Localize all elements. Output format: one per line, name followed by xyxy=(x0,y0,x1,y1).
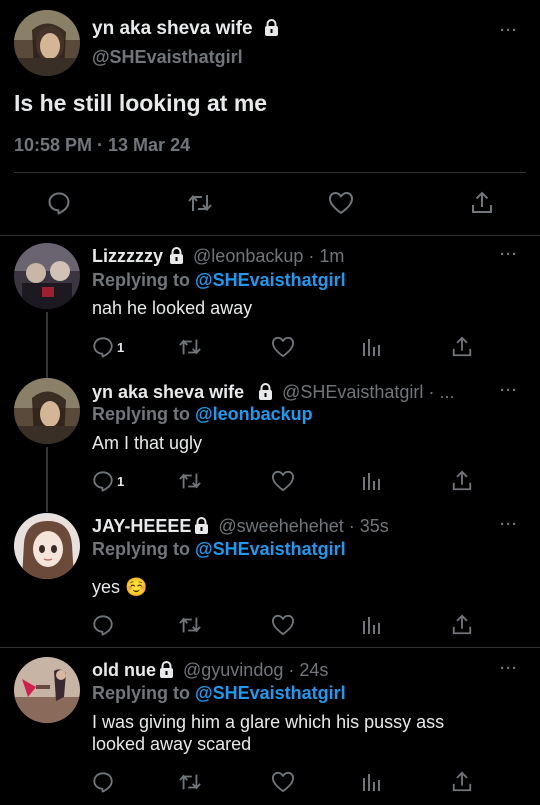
replying-to-handle[interactable]: @SHEvaisthatgirl xyxy=(195,683,346,703)
author-line[interactable]: old nue @gyuvindog · 24s xyxy=(92,660,328,681)
more-icon[interactable]: ··· xyxy=(500,516,518,533)
tweet-text: I was giving him a glare which his pussy… xyxy=(92,712,445,754)
replying-prefix: Replying to xyxy=(92,404,190,424)
author-handle: @leonbackup xyxy=(193,246,304,266)
reply-icon[interactable] xyxy=(92,614,114,636)
reply-icon[interactable] xyxy=(92,336,114,358)
replying-to-handle[interactable]: @SHEvaisthatgirl xyxy=(195,539,346,559)
retweet-icon[interactable] xyxy=(178,336,202,358)
thread-line xyxy=(46,312,48,378)
avatar[interactable] xyxy=(14,10,80,76)
author-line[interactable]: Lizzzzzy @leonbackup · 1m xyxy=(92,246,344,267)
like-icon[interactable] xyxy=(271,771,295,793)
reply-icon[interactable] xyxy=(92,771,114,793)
display-name: JAY-HEEEE xyxy=(92,516,192,536)
display-name: old nue xyxy=(92,660,156,680)
retweet-icon[interactable] xyxy=(187,191,213,215)
share-icon[interactable] xyxy=(451,613,473,637)
replying-prefix: Replying to xyxy=(92,683,190,703)
like-icon[interactable] xyxy=(271,614,295,636)
tweet-timestamp[interactable]: 10:58 PM · 13 Mar 24 xyxy=(14,135,190,156)
tweet-text: Am I that ugly xyxy=(92,433,203,453)
avatar[interactable] xyxy=(14,243,80,309)
lock-icon xyxy=(195,517,209,534)
avatar[interactable] xyxy=(14,378,80,444)
tweet-text: nah he looked away xyxy=(92,298,253,318)
share-icon[interactable] xyxy=(451,469,473,493)
share-icon[interactable] xyxy=(470,190,494,216)
thread-line xyxy=(46,447,48,512)
author-handle: @SHEvaisthatgirl xyxy=(282,382,424,402)
tweet-text: yes ☺️ xyxy=(92,577,148,597)
retweet-icon[interactable] xyxy=(178,470,202,492)
display-name: yn aka sheva wife xyxy=(92,382,245,402)
retweet-icon[interactable] xyxy=(178,614,202,636)
like-icon[interactable] xyxy=(271,470,295,492)
display-name: Lizzzzzy xyxy=(92,246,164,266)
author-handle[interactable]: @SHEvaisthatgirl xyxy=(92,47,243,68)
views-icon[interactable] xyxy=(361,772,381,792)
share-icon[interactable] xyxy=(451,770,473,794)
author-line[interactable]: JAY-HEEEE @sweehehehet · 35s xyxy=(92,516,389,537)
avatar[interactable] xyxy=(14,513,80,579)
share-icon[interactable] xyxy=(451,335,473,359)
replying-to-handle[interactable]: @SHEvaisthatgirl xyxy=(195,270,346,290)
retweet-icon[interactable] xyxy=(178,771,202,793)
lock-icon xyxy=(170,247,184,264)
like-icon[interactable] xyxy=(271,336,295,358)
lock-icon xyxy=(160,661,173,678)
divider xyxy=(0,647,540,648)
replying-to-handle[interactable]: @leonbackup xyxy=(195,404,313,424)
lock-icon xyxy=(259,383,273,400)
tweet-time: · 35s xyxy=(348,516,389,536)
more-icon[interactable]: ··· xyxy=(500,382,518,399)
replying-to: Replying to @SHEvaisthatgirl xyxy=(92,270,346,291)
tweet-text: Is he still looking at me xyxy=(14,90,268,116)
views-icon[interactable] xyxy=(361,337,381,357)
replying-to: Replying to @SHEvaisthatgirl xyxy=(92,539,346,560)
tweet-time: · 24s xyxy=(288,660,329,680)
avatar[interactable] xyxy=(14,657,80,723)
reply-count: 1 xyxy=(117,474,125,489)
author-name[interactable]: yn aka sheva wife xyxy=(92,18,279,40)
tweet-time: · 1m xyxy=(308,246,345,266)
more-icon[interactable]: ··· xyxy=(500,660,518,677)
author-handle: @gyuvindog xyxy=(183,660,284,680)
divider xyxy=(14,172,526,173)
views-icon[interactable] xyxy=(361,615,381,635)
more-icon[interactable]: ··· xyxy=(500,246,518,263)
display-name: yn aka sheva wife xyxy=(92,18,253,39)
replying-to: Replying to @leonbackup xyxy=(92,404,313,425)
lock-icon xyxy=(264,19,278,36)
replying-prefix: Replying to xyxy=(92,539,190,559)
author-handle: @sweehehehet xyxy=(218,516,344,536)
reply-icon[interactable] xyxy=(92,470,114,492)
more-icon[interactable]: ··· xyxy=(500,22,518,39)
reply-count: 1 xyxy=(117,340,125,355)
replying-to: Replying to @SHEvaisthatgirl xyxy=(92,683,346,704)
tweet-time: · ... xyxy=(428,382,455,402)
author-line[interactable]: yn aka sheva wife @SHEvaisthatgirl · ... xyxy=(92,382,454,403)
views-icon[interactable] xyxy=(361,471,381,491)
replying-prefix: Replying to xyxy=(92,270,190,290)
like-icon[interactable] xyxy=(328,191,354,215)
reply-icon[interactable] xyxy=(47,191,71,215)
divider xyxy=(0,235,540,236)
